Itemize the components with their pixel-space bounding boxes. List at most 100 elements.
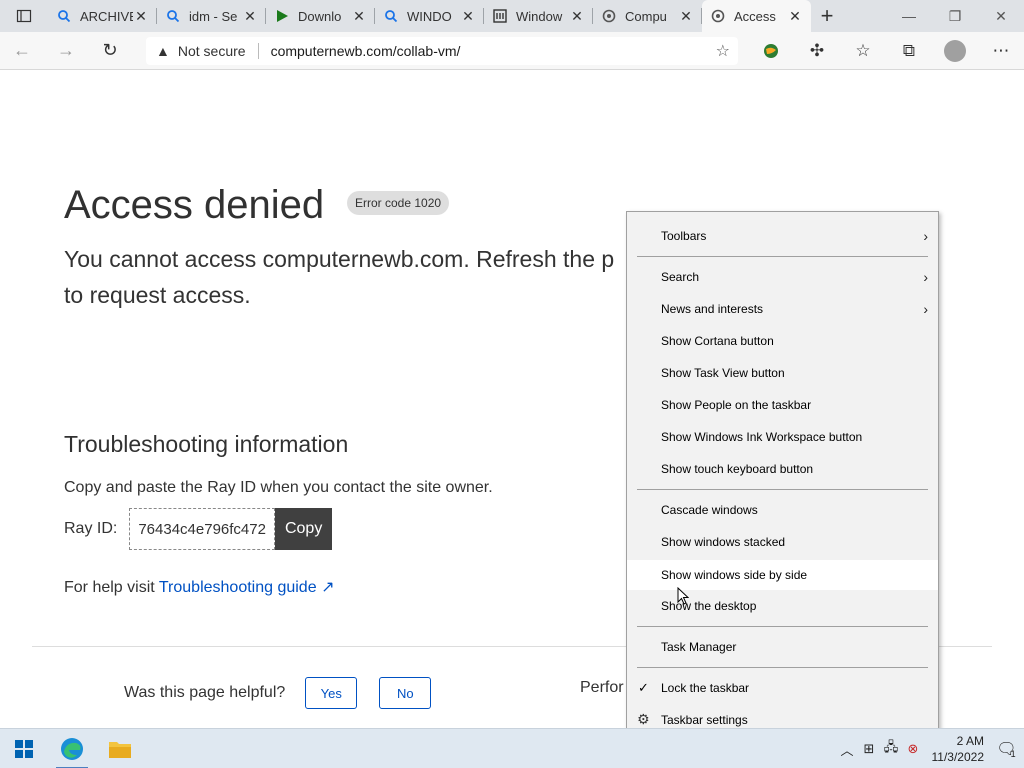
help-prefix: For help visit	[64, 579, 155, 596]
menu-item-search[interactable]: Search ›	[627, 263, 938, 291]
tab-strip: ARCHIVE ✕ idm - Se ✕ Downlo ✕ WINDO ✕ Wi…	[0, 0, 1024, 32]
play-icon	[274, 8, 290, 24]
menu-item-toolbars[interactable]: Toolbars ›	[627, 222, 938, 250]
close-icon[interactable]: ✕	[133, 8, 149, 25]
menu-item-cascade-windows[interactable]: Cascade windows	[627, 496, 938, 524]
extensions-icon[interactable]: ✣	[794, 32, 840, 70]
taskbar-file-explorer-button[interactable]	[96, 729, 144, 768]
url-text[interactable]: computernewb.com/collab-vm/	[271, 43, 461, 59]
help-line: For help visit Troubleshooting guide ↗	[64, 577, 334, 597]
ray-id-value[interactable]: 76434c4e796fc472	[129, 508, 275, 550]
browser-toolbar: ← → ↻ ▲ Not secure computernewb.com/coll…	[0, 32, 1024, 70]
tab-download[interactable]: Downlo ✕	[266, 0, 375, 32]
minimize-button[interactable]: —	[886, 0, 932, 32]
arrow-left-icon: ←	[13, 40, 31, 60]
close-icon[interactable]: ✕	[787, 8, 803, 25]
more-menu-icon[interactable]: ⋯	[978, 32, 1024, 70]
menu-item-show-ink-workspace[interactable]: Show Windows Ink Workspace button	[627, 423, 938, 451]
forward-button[interactable]: →	[44, 32, 88, 70]
tray-app-icon[interactable]: ⊞	[858, 741, 880, 757]
menu-divider	[637, 667, 928, 668]
menu-item-task-manager[interactable]: Task Manager	[627, 633, 938, 661]
menu-item-show-windows-stacked[interactable]: Show windows stacked	[627, 528, 938, 556]
plus-icon: +	[820, 3, 834, 28]
tab-actions-icon	[16, 9, 32, 23]
tab-archive[interactable]: ARCHIVE ✕	[48, 0, 157, 32]
menu-item-show-task-view[interactable]: Show Task View button	[627, 359, 938, 387]
menu-divider	[637, 626, 928, 627]
security-label[interactable]: Not secure	[178, 43, 246, 59]
menu-item-show-windows-side-by-side[interactable]: Show windows side by side	[627, 560, 938, 590]
tab-windows-search[interactable]: WINDO ✕	[375, 0, 484, 32]
menu-item-label: Show touch keyboard button	[661, 462, 814, 476]
menu-item-label: Show Windows Ink Workspace button	[661, 430, 863, 444]
search-icon	[165, 8, 181, 24]
extension-globe-icon[interactable]	[748, 32, 794, 70]
menu-item-label: Show windows side by side	[661, 568, 808, 582]
menu-item-show-desktop[interactable]: Show the desktop	[627, 592, 938, 620]
close-icon[interactable]: ✕	[569, 8, 585, 25]
restore-button[interactable]: ❐	[932, 0, 978, 32]
description-line-1: You cannot access computernewb.com. Refr…	[64, 246, 615, 272]
gear-icon: ⚙	[637, 711, 650, 727]
network-icon[interactable]: 🖧	[880, 738, 902, 760]
add-favorite-icon[interactable]: ☆	[716, 41, 730, 61]
cloudflare-icon	[601, 8, 617, 24]
volume-muted-icon[interactable]: ⊗	[902, 741, 924, 757]
close-window-button[interactable]: ✕	[978, 0, 1024, 32]
taskbar-edge-button[interactable]	[48, 729, 96, 768]
description-line-2: to request access.	[64, 282, 251, 308]
doc-icon	[492, 8, 508, 24]
chevron-right-icon: ›	[923, 228, 928, 244]
toolbar-right: ✣ ☆ ⧉ ⋯	[748, 32, 1024, 70]
copy-button[interactable]: Copy	[274, 508, 333, 550]
clock[interactable]: 2 AM 11/3/2022	[924, 733, 988, 765]
menu-item-label: Toolbars	[661, 229, 707, 243]
tab-actions-button[interactable]	[0, 0, 48, 32]
close-icon[interactable]: ✕	[460, 8, 476, 25]
start-button[interactable]	[0, 729, 48, 768]
taskbar: ︿ ⊞ 🖧 ⊗ 2 AM 11/3/2022 🗨 1	[0, 728, 1024, 768]
refresh-icon: ↻	[102, 40, 118, 60]
helpful-question: Was this page helpful?	[124, 684, 286, 701]
yes-button[interactable]: Yes	[305, 677, 358, 709]
tab-windows-doc[interactable]: Window ✕	[484, 0, 593, 32]
menu-item-show-people[interactable]: Show People on the taskbar	[627, 391, 938, 419]
tab-idm[interactable]: idm - Se ✕	[157, 0, 266, 32]
cloudflare-icon	[710, 8, 726, 24]
close-icon[interactable]: ✕	[242, 8, 258, 25]
address-bar[interactable]: ▲ Not secure computernewb.com/collab-vm/…	[146, 37, 738, 65]
menu-item-show-touch-keyboard[interactable]: Show touch keyboard button	[627, 455, 938, 483]
menu-item-show-cortana[interactable]: Show Cortana button	[627, 327, 938, 355]
troubleshooting-guide-link[interactable]: Troubleshooting guide ↗	[159, 579, 335, 596]
menu-item-label: Task Manager	[661, 640, 737, 654]
close-icon[interactable]: ✕	[678, 8, 694, 25]
search-icon	[383, 8, 399, 24]
refresh-button[interactable]: ↻	[88, 32, 132, 70]
menu-item-label: Show windows stacked	[661, 535, 786, 549]
menu-item-news-and-interests[interactable]: News and interests ›	[627, 295, 938, 323]
chevron-up-icon[interactable]: ︿	[836, 740, 858, 759]
menu-item-label: Show People on the taskbar	[661, 398, 812, 412]
troubleshooting-heading: Troubleshooting information	[64, 431, 349, 457]
chevron-right-icon: ›	[923, 269, 928, 285]
copy-instruction: Copy and paste the Ray ID when you conta…	[64, 479, 493, 496]
clock-time: 2 AM	[956, 734, 984, 748]
profile-button[interactable]	[932, 32, 978, 70]
notification-count: 1	[1010, 749, 1016, 759]
close-icon[interactable]: ✕	[351, 8, 367, 25]
menu-item-label: Show Cortana button	[661, 334, 774, 348]
warning-icon[interactable]: ▲	[156, 43, 170, 59]
new-tab-button[interactable]: +	[811, 0, 843, 32]
tab-access-denied[interactable]: Access ✕	[702, 0, 811, 32]
arrow-right-icon: →	[57, 40, 75, 60]
taskbar-context-menu: Toolbars › Search › News and interests ›…	[626, 211, 939, 745]
tab-computernewb[interactable]: Compu ✕	[593, 0, 702, 32]
favorites-icon[interactable]: ☆	[840, 32, 886, 70]
edge-icon	[61, 737, 83, 760]
menu-item-lock-taskbar[interactable]: ✓ Lock the taskbar	[627, 674, 938, 702]
back-button[interactable]: ←	[0, 32, 44, 70]
notifications-button[interactable]: 🗨 1	[988, 729, 1024, 768]
no-button[interactable]: No	[379, 677, 432, 709]
collections-icon[interactable]: ⧉	[886, 32, 932, 70]
